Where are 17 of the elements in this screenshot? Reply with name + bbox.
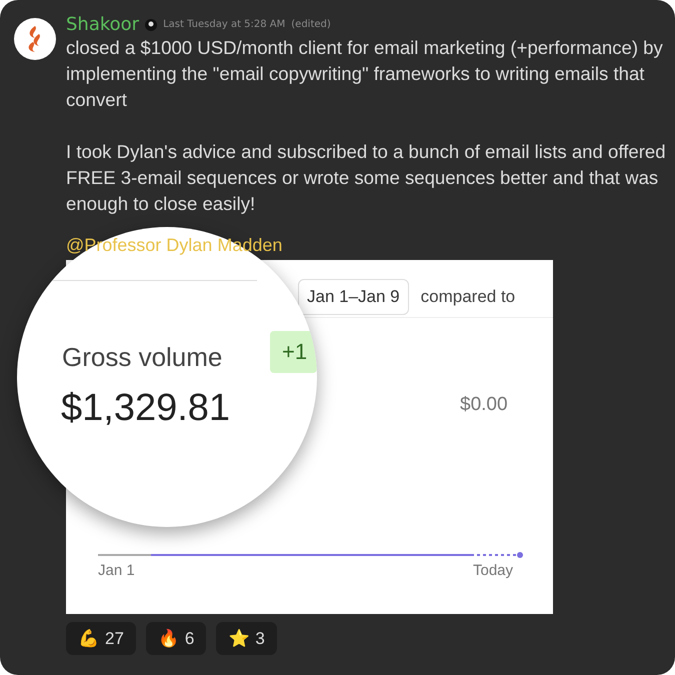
comparison-amount: $0.00 <box>460 394 508 416</box>
metric-title: Gross volume <box>62 342 222 373</box>
reaction-button[interactable]: ⭐ 3 <box>216 622 277 655</box>
axis-label: Jan 1 <box>98 562 135 579</box>
author-name[interactable]: Shakoor <box>66 14 140 35</box>
avatar[interactable] <box>14 18 56 60</box>
reaction-button[interactable]: 🔥 6 <box>146 622 206 655</box>
message-text: I took Dylan's advice and subscribed to a bunch of email lists and offered FREE 3-email sequences or wrote some sequences better and that was enough to close easily! <box>66 140 666 216</box>
change-badge: +1 <box>270 331 317 373</box>
timestamp: Last Tuesday at 5:28 AM <box>163 19 286 30</box>
axis-label: Today <box>473 562 514 579</box>
metric-amount: $1,329.81 <box>61 387 230 430</box>
edited-label: (edited) <box>291 19 331 30</box>
message-text: closed a $1000 USD/month client for email marketing (+performance) by implementing the "email copywriting" frameworks to writing emails that convert <box>66 36 664 112</box>
compare-label: compared to <box>420 286 516 306</box>
reaction-button[interactable]: 💪 27 <box>66 622 136 655</box>
eight-ball-icon <box>145 18 158 30</box>
